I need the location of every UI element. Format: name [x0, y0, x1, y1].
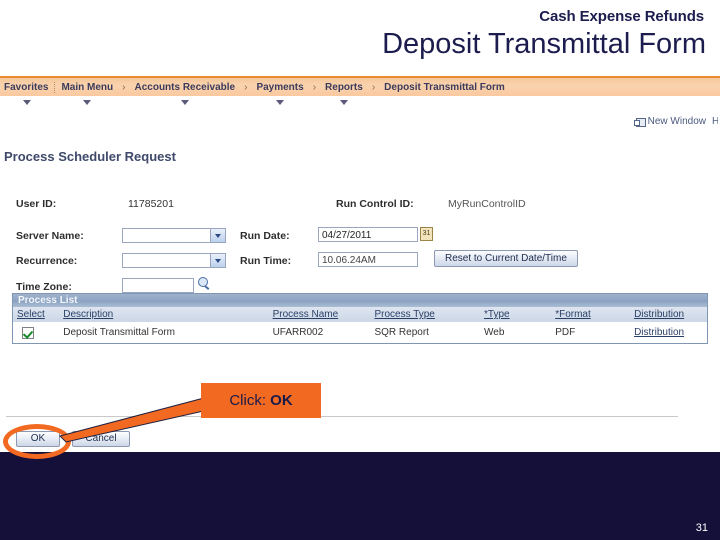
cell-process-name: UFARR002	[272, 327, 324, 338]
chevron-down-icon[interactable]	[210, 229, 225, 242]
column-header-process-type[interactable]: Process Type	[370, 309, 480, 320]
reset-to-current-datetime-button[interactable]: Reset to Current Date/Time	[434, 250, 578, 267]
breadcrumb-separator: ›	[122, 81, 126, 93]
breadcrumb-separator: ›	[371, 81, 376, 93]
slide-header: Cash Expense Refunds Deposit Transmittal…	[0, 0, 720, 74]
chevron-down-icon	[339, 99, 348, 105]
run-time-label: Run Time:	[240, 255, 292, 267]
new-window-icon	[633, 117, 646, 127]
chevron-down-icon	[83, 99, 92, 105]
help-link-truncated[interactable]: H	[712, 116, 718, 127]
cell-type: Web	[484, 327, 505, 338]
section-heading: Process Scheduler Request	[4, 149, 176, 164]
new-window-label: New Window	[647, 116, 706, 127]
column-header-process-name[interactable]: Process Name	[269, 309, 371, 320]
process-scheduler-form: User ID: 11785201 Run Control ID: MyRunC…	[0, 195, 720, 417]
callout-leader-line	[59, 397, 209, 443]
row-select-cell	[13, 326, 59, 339]
breadcrumb-item-payments[interactable]: Payments	[250, 81, 309, 105]
run-time-input[interactable]: 10.06.24AM	[318, 252, 418, 267]
column-header-description[interactable]: Description	[59, 309, 268, 320]
callout-emphasis: OK	[270, 392, 293, 409]
breadcrumb-item-favorites[interactable]: Favorites	[0, 81, 56, 105]
process-list-title: Process List	[12, 293, 708, 307]
cell-process-type: SQR Report	[374, 327, 429, 338]
time-zone-input[interactable]	[122, 278, 194, 293]
breadcrumb-label: Payments	[256, 81, 304, 93]
column-header-distribution[interactable]: Distribution	[630, 309, 707, 320]
magnifier-icon[interactable]	[197, 277, 211, 291]
chevron-down-icon[interactable]	[210, 254, 225, 267]
process-list-grid: Process List Select Description Process …	[12, 293, 708, 344]
chevron-down-icon	[276, 99, 285, 105]
user-id-value: 11785201	[128, 198, 174, 210]
time-zone-label: Time Zone:	[16, 281, 72, 293]
run-date-label: Run Date:	[240, 230, 290, 242]
breadcrumb-label: Reports	[325, 81, 363, 93]
calendar-icon[interactable]: 31	[420, 227, 433, 241]
recurrence-select[interactable]	[122, 253, 226, 268]
column-header-format[interactable]: *Format	[551, 309, 630, 320]
slide-footer-band: 31	[0, 452, 720, 540]
breadcrumb-favorites-label: Favorites	[4, 81, 49, 93]
callout-click-ok: Click: OK	[201, 383, 321, 418]
cell-distribution-link[interactable]: Distribution	[630, 327, 707, 338]
page-title: Deposit Transmittal Form	[382, 28, 706, 60]
breadcrumb: Favorites Main Menu › Accounts Receivabl…	[0, 76, 720, 105]
breadcrumb-item-reports[interactable]: Reports	[319, 81, 369, 105]
run-control-id-label: Run Control ID:	[336, 198, 414, 210]
callout-prefix: Click:	[229, 392, 271, 409]
run-date-input[interactable]: 04/27/2011	[318, 227, 418, 242]
identity-row: User ID: 11785201 Run Control ID: MyRunC…	[0, 195, 720, 219]
new-window-link[interactable]: New Window H	[633, 116, 718, 127]
user-id-label: User ID:	[16, 198, 57, 210]
breadcrumb-label: Accounts Receivable	[134, 81, 236, 93]
chevron-down-icon	[180, 99, 189, 105]
run-control-id-value: MyRunControlID	[448, 198, 526, 210]
breadcrumb-separator: ›	[244, 81, 248, 93]
breadcrumb-label: Deposit Transmittal Form	[384, 81, 505, 93]
table-row: Deposit Transmittal Form UFARR002 SQR Re…	[12, 322, 708, 344]
column-header-type[interactable]: *Type	[480, 309, 551, 320]
select-checkbox[interactable]	[22, 326, 34, 339]
cell-format: PDF	[555, 327, 576, 338]
breadcrumb-separator: ›	[312, 81, 317, 93]
recurrence-label: Recurrence:	[16, 255, 78, 267]
breadcrumb-item-accounts-receivable[interactable]: Accounts Receivable	[128, 81, 241, 105]
breadcrumb-label: Main Menu	[61, 81, 114, 93]
breadcrumb-item-deposit-transmittal-form[interactable]: Deposit Transmittal Form	[378, 82, 511, 93]
breadcrumb-item-main-menu[interactable]: Main Menu	[55, 81, 119, 105]
cell-description: Deposit Transmittal Form	[63, 327, 175, 338]
process-list-header-row: Select Description Process Name Process …	[12, 307, 708, 322]
server-name-label: Server Name:	[16, 230, 84, 242]
slide-kicker: Cash Expense Refunds	[539, 8, 704, 25]
server-name-select[interactable]	[122, 228, 226, 243]
page-number: 31	[695, 522, 708, 534]
column-header-select[interactable]: Select	[13, 309, 59, 320]
callout-text: Click: OK	[229, 392, 292, 409]
chevron-down-icon	[23, 99, 32, 105]
